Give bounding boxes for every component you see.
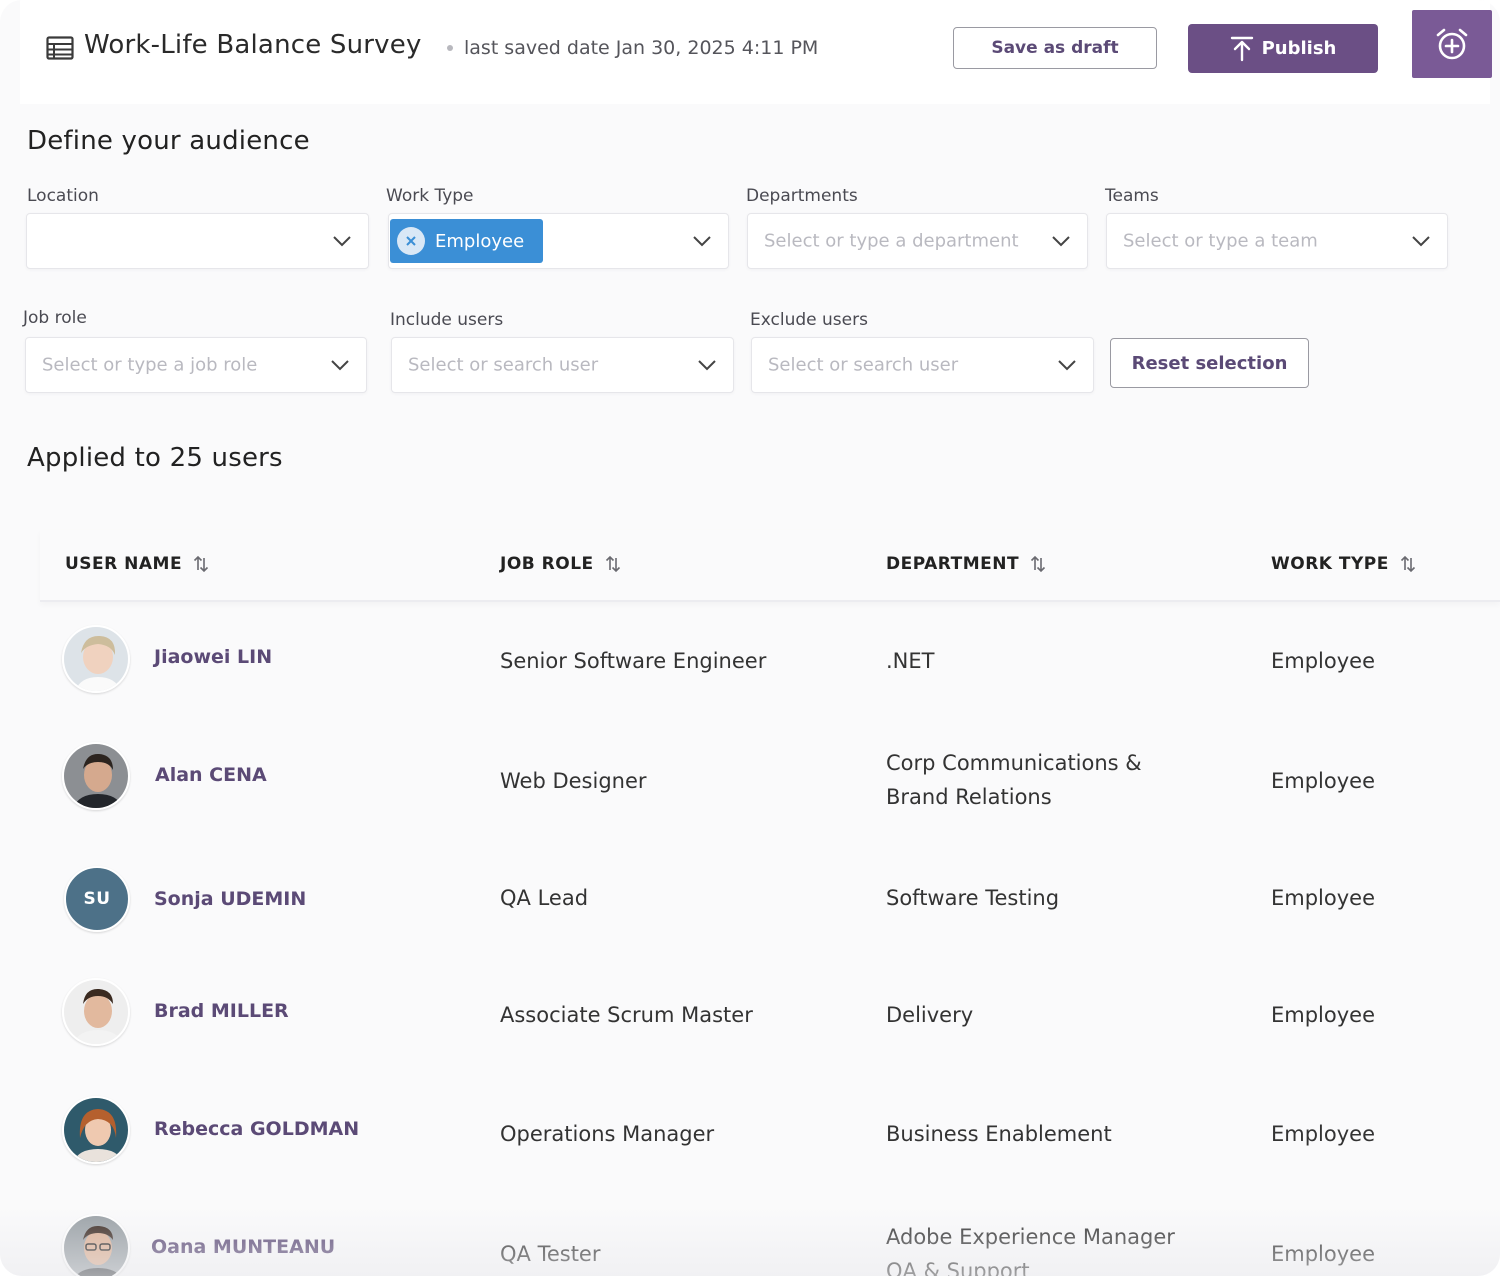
user-name-link[interactable]: Jiaowei LIN (154, 646, 272, 668)
job-role-cell: Web Designer (500, 769, 647, 793)
chevron-down-icon (698, 360, 716, 371)
col-work-type-label: WORK TYPE (1271, 554, 1389, 574)
avatar: SU (64, 866, 130, 932)
user-name-link[interactable]: Brad MILLER (154, 1000, 289, 1022)
work-type-cell: Employee (1271, 769, 1376, 793)
departments-label: Departments (746, 186, 858, 206)
include-users-label: Include users (390, 310, 504, 330)
job-role-cell: Associate Scrum Master (500, 1003, 753, 1027)
job-role-cell: QA Lead (500, 886, 589, 910)
work-type-chip-label: Employee (435, 230, 525, 252)
save-draft-button[interactable]: Save as draft (953, 27, 1157, 69)
avatar (62, 1096, 130, 1164)
job-role-cell: Senior Software Engineer (500, 649, 767, 673)
work-type-label: Work Type (386, 186, 474, 206)
department-cell: Delivery (886, 1003, 974, 1027)
chevron-down-icon (333, 236, 351, 247)
location-select[interactable] (26, 213, 369, 269)
work-type-cell: Employee (1271, 886, 1376, 910)
user-name-link[interactable]: Oana MUNTEANU (151, 1236, 335, 1258)
close-circle-icon[interactable] (397, 227, 425, 255)
separator-dot (447, 45, 453, 51)
user-name-link[interactable]: Sonja UDEMIN (154, 888, 306, 910)
publish-label: Publish (1261, 38, 1337, 59)
last-saved-text: last saved date Jan 30, 2025 4:11 PM (464, 37, 819, 59)
sort-arrows-icon[interactable] (1399, 554, 1417, 574)
user-name-link[interactable]: Alan CENA (155, 764, 267, 786)
col-work-type[interactable]: WORK TYPE (1271, 554, 1417, 574)
col-job-role-label: JOB ROLE (500, 554, 594, 574)
col-user-name-label: USER NAME (65, 554, 183, 574)
chevron-down-icon (1412, 236, 1430, 247)
departments-placeholder: Select or type a department (764, 230, 1019, 252)
exclude-users-label: Exclude users (750, 310, 868, 330)
teams-label: Teams (1105, 186, 1159, 206)
schedule-button[interactable] (1412, 10, 1492, 78)
table-row[interactable]: Oana MUNTEANU QA Tester Adobe Experience… (40, 1212, 1500, 1276)
list-document-icon (46, 36, 74, 60)
audience-title: Define your audience (27, 126, 310, 156)
exclude-users-select[interactable]: Select or search user (751, 337, 1094, 393)
col-user-name[interactable]: USER NAME (65, 554, 210, 574)
job-role-placeholder: Select or type a job role (42, 354, 258, 376)
work-type-cell: Employee (1271, 649, 1376, 673)
teams-placeholder: Select or type a team (1123, 230, 1318, 252)
chevron-down-icon (331, 360, 349, 371)
avatar (62, 625, 130, 693)
sort-arrows-icon[interactable] (604, 554, 622, 574)
department-cell: Software Testing (886, 886, 1060, 910)
exclude-users-placeholder: Select or search user (768, 354, 959, 376)
col-job-role[interactable]: JOB ROLE (500, 554, 622, 574)
table-row[interactable]: SU Sonja UDEMIN QA Lead Software Testing… (40, 864, 1500, 964)
work-type-cell: Employee (1271, 1242, 1376, 1266)
sort-arrows-icon[interactable] (1029, 554, 1047, 574)
department-cell: Adobe Experience Manager QA & Support (886, 1225, 1175, 1276)
job-role-label: Job role (23, 308, 87, 328)
work-type-chip: Employee (390, 219, 543, 263)
alarm-add-icon (1436, 28, 1468, 60)
job-role-cell: QA Tester (500, 1242, 601, 1266)
department-cell: Business Enablement (886, 1122, 1112, 1146)
page-title: Work-Life Balance Survey (84, 30, 422, 60)
user-name-link[interactable]: Rebecca GOLDMAN (154, 1118, 359, 1140)
department-cell: .NET (886, 649, 935, 673)
chevron-down-icon (693, 236, 711, 247)
applied-title: Applied to 25 users (27, 443, 283, 473)
reset-selection-button[interactable]: Reset selection (1110, 338, 1309, 388)
avatar (62, 742, 130, 810)
publish-button[interactable]: Publish (1188, 24, 1378, 73)
table-row[interactable]: Jiaowei LIN Senior Software Engineer .NE… (40, 620, 1500, 720)
departments-select[interactable]: Select or type a department (747, 213, 1088, 269)
avatar (62, 978, 130, 1046)
table-row[interactable]: Rebecca GOLDMAN Operations Manager Busin… (40, 1094, 1500, 1194)
include-users-select[interactable]: Select or search user (391, 337, 734, 393)
table-header: USER NAME JOB ROLE DEPARTMENT WORK TYPE (40, 530, 1500, 602)
teams-select[interactable]: Select or type a team (1106, 213, 1448, 269)
avatar (62, 1214, 130, 1276)
sort-arrows-icon[interactable] (192, 554, 210, 574)
table-row[interactable]: Alan CENA Web Designer Corp Communicatio… (40, 740, 1500, 840)
work-type-select[interactable]: Employee (388, 213, 729, 269)
chevron-down-icon (1058, 360, 1076, 371)
app-frame: Work-Life Balance Survey last saved date… (0, 0, 1500, 1276)
job-role-cell: Operations Manager (500, 1122, 715, 1146)
col-department[interactable]: DEPARTMENT (886, 554, 1047, 574)
department-cell: Corp Communications & Brand Relations (886, 751, 1142, 809)
work-type-cell: Employee (1271, 1003, 1376, 1027)
chevron-down-icon (1052, 236, 1070, 247)
include-users-placeholder: Select or search user (408, 354, 599, 376)
location-label: Location (27, 186, 99, 206)
work-type-cell: Employee (1271, 1122, 1376, 1146)
upload-icon (1230, 36, 1253, 61)
col-department-label: DEPARTMENT (886, 554, 1020, 574)
table-row[interactable]: Brad MILLER Associate Scrum Master Deliv… (40, 976, 1500, 1076)
job-role-select[interactable]: Select or type a job role (25, 337, 367, 393)
